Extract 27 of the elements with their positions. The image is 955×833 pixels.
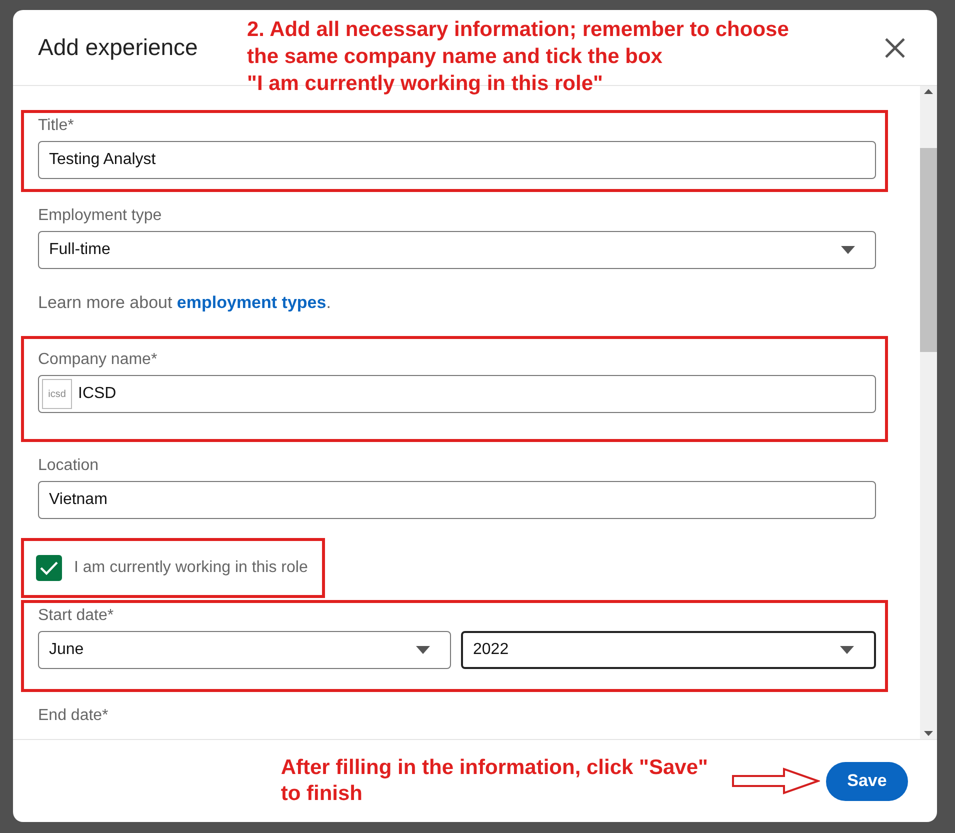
caret-icon	[840, 646, 854, 654]
annotation-text: After filling in the information, click "Save" to finish	[280, 755, 708, 807]
check-icon	[40, 561, 58, 575]
dropdown[interactable]: Full-time	[38, 231, 876, 269]
company-logo: icsd	[42, 379, 72, 409]
checkbox-label: I am currently working in this role	[74, 559, 308, 577]
caret-icon	[416, 646, 430, 654]
field-label: Start date*	[38, 607, 115, 625]
employment-types-link[interactable]: employment types	[176, 293, 326, 312]
input-field[interactable]: Testing Analyst	[38, 141, 876, 179]
field-label: End date*	[38, 707, 110, 725]
input-field[interactable]: icsd ICSD	[38, 375, 876, 413]
input-field[interactable]: Vietnam	[38, 481, 876, 519]
caret-icon	[841, 246, 855, 254]
arrow-icon	[732, 767, 820, 795]
help-text: Learn more about employment types.	[38, 293, 332, 313]
field-label: Location	[38, 457, 100, 475]
field-label: Company name*	[38, 351, 158, 369]
annotation-text: 2. Add all necessary information; remember to choose the same company name and tick the box "I am currently working in this role"	[247, 17, 789, 97]
month-dropdown[interactable]: June	[38, 631, 451, 669]
checkbox[interactable]	[36, 555, 62, 581]
save-button[interactable]: Save	[826, 762, 908, 800]
field-label: Title*	[38, 117, 75, 135]
year-dropdown[interactable]: 2022	[461, 631, 876, 669]
field-label: Employment type	[38, 207, 163, 225]
dialog-title: Add experience	[38, 34, 198, 61]
scrollbar[interactable]	[920, 86, 937, 739]
